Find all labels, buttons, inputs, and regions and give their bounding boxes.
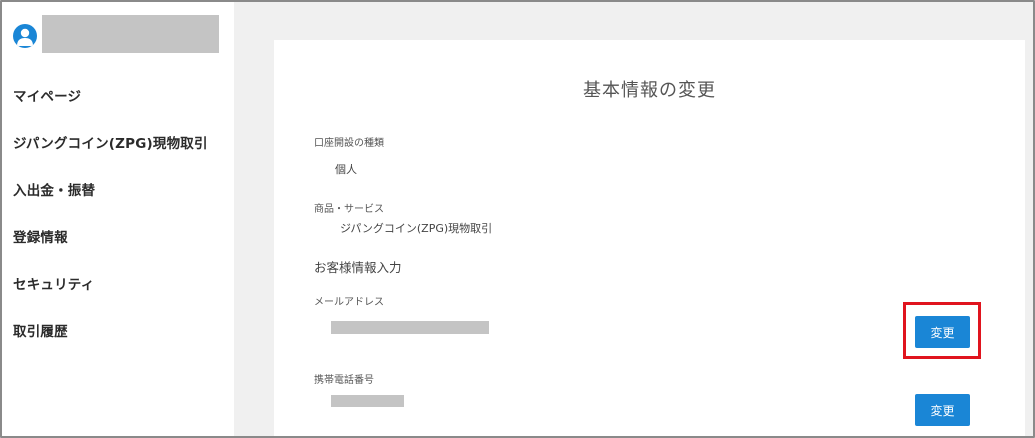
user-avatar-icon[interactable] [13,24,37,48]
main-area: 基本情報の変更 口座開設の種類 個人 商品・サービス ジパングコイン(ZPG)現… [234,2,1033,436]
phone-value-redacted [331,395,404,407]
service-value: ジパングコイン(ZPG)現物取引 [340,222,493,235]
email-value-redacted [331,321,489,334]
sidebar-item-deposit-withdrawal[interactable]: 入出金・振替 [2,168,234,215]
page-title: 基本情報の変更 [583,80,716,101]
change-email-button[interactable]: 変更 [915,316,970,348]
account-type-value: 個人 [335,163,357,176]
email-label: メールアドレス [314,297,384,308]
sidebar-item-security[interactable]: セキュリティ [2,262,234,309]
sidebar-item-mypage[interactable]: マイページ [2,74,234,121]
sidebar-nav: マイページ ジパングコイン(ZPG)現物取引 入出金・振替 登録情報 セキュリテ… [2,74,234,356]
account-type-label: 口座開設の種類 [314,138,384,149]
user-name-redacted [42,15,219,53]
window-frame: マイページ ジパングコイン(ZPG)現物取引 入出金・振替 登録情報 セキュリテ… [0,0,1035,438]
sidebar: マイページ ジパングコイン(ZPG)現物取引 入出金・振替 登録情報 セキュリテ… [2,2,234,436]
basic-info-card: 基本情報の変更 口座開設の種類 個人 商品・サービス ジパングコイン(ZPG)現… [274,40,1025,436]
customer-info-heading: お客様情報入力 [314,260,402,275]
service-label: 商品・サービス [314,204,384,215]
sidebar-item-trade-history[interactable]: 取引履歴 [2,309,234,356]
sidebar-item-registration-info[interactable]: 登録情報 [2,215,234,262]
phone-label: 携帯電話番号 [314,375,374,386]
sidebar-item-zpg-spot-trading[interactable]: ジパングコイン(ZPG)現物取引 [2,121,234,168]
change-phone-button[interactable]: 変更 [915,394,970,426]
